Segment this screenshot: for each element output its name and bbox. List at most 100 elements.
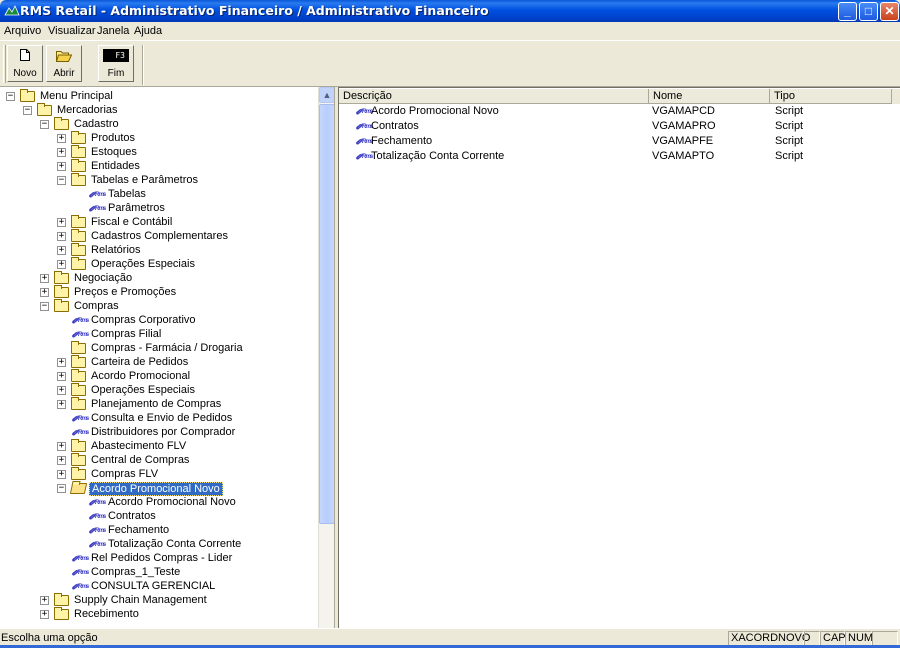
tree-item[interactable]: + Relatórios <box>0 243 318 257</box>
tree-item[interactable]: + Carteira de Pedidos <box>0 355 318 369</box>
scroll-up-button[interactable]: ▲ <box>319 87 334 103</box>
list-row[interactable]: ✐ᴿᵐˢ Contratos VGAMAPRO Script <box>339 119 899 134</box>
tree-item[interactable]: + Estoques <box>0 145 318 159</box>
novo-button[interactable]: Novo <box>7 45 43 82</box>
expand-icon[interactable]: + <box>40 596 49 605</box>
expand-icon[interactable]: + <box>57 218 66 227</box>
toolbar-grip[interactable] <box>3 45 6 83</box>
collapse-icon[interactable]: − <box>40 302 49 311</box>
scroll-thumb[interactable] <box>319 104 334 524</box>
column-header-tipo[interactable]: Tipo <box>770 89 892 104</box>
tree-item[interactable]: ✐ᴿᵐˢ Acordo Promocional Novo <box>0 495 318 509</box>
tree-item[interactable]: ✐ᴿᵐˢ Consulta e Envio de Pedidos <box>0 411 318 425</box>
expand-icon[interactable]: + <box>57 470 66 479</box>
collapse-icon[interactable]: − <box>23 106 32 115</box>
expand-icon[interactable]: + <box>57 358 66 367</box>
tree-item[interactable]: − Cadastro <box>0 117 318 131</box>
tree-item[interactable]: + Supply Chain Management <box>0 593 318 607</box>
minimize-button[interactable]: _ <box>838 2 857 21</box>
cell-tipo: Script <box>775 105 804 117</box>
tree-item[interactable]: + Abastecimento FLV <box>0 439 318 453</box>
column-header-descricao[interactable]: Descrição <box>339 89 649 104</box>
expand-icon[interactable]: + <box>40 288 49 297</box>
script-icon: ✐ᴿᵐˢ <box>71 414 89 424</box>
tree-item[interactable]: ✐ᴿᵐˢ CONSULTA GERENCIAL <box>0 579 318 593</box>
list-row[interactable]: ✐ᴿᵐˢ Totalização Conta Corrente VGAMAPTO Sc… <box>339 149 899 164</box>
tree-item-label: Compras Corporativo <box>91 314 196 326</box>
tree-item-label: Totalização Conta Corrente <box>108 538 242 550</box>
tree-vertical-scrollbar[interactable]: ▲ <box>318 87 334 628</box>
expand-icon[interactable]: + <box>57 134 66 143</box>
list-row[interactable]: ✐ᴿᵐˢ Fechamento VGAMAPFE Script <box>339 134 899 149</box>
expand-icon[interactable]: + <box>40 610 49 619</box>
collapse-icon[interactable]: − <box>57 484 66 493</box>
expand-icon[interactable]: + <box>57 148 66 157</box>
tree-item[interactable]: + Cadastros Complementares <box>0 229 318 243</box>
tree-item[interactable]: + Produtos <box>0 131 318 145</box>
title-bar[interactable]: RMS Retail - Administrativo Financeiro /… <box>0 0 900 22</box>
tree-item[interactable]: + Negociação <box>0 271 318 285</box>
expand-icon[interactable]: + <box>40 274 49 283</box>
expand-icon[interactable]: + <box>57 260 66 269</box>
tree-item[interactable]: + Fiscal e Contábil <box>0 215 318 229</box>
tree-item[interactable]: + Recebimento <box>0 607 318 621</box>
status-empty-pane-2 <box>872 631 898 646</box>
tree-item[interactable]: ✐ᴿᵐˢ Tabelas <box>0 187 318 201</box>
tree-item[interactable]: Compras - Farmácia / Drogaria <box>0 341 318 355</box>
script-icon: ✐ᴿᵐˢ <box>71 330 89 340</box>
menu-ajuda[interactable]: Ajuda <box>134 25 162 37</box>
list-header: Descrição Nome Tipo <box>339 89 900 104</box>
tree-item[interactable]: ✐ᴿᵐˢ Fechamento <box>0 523 318 537</box>
tree-item[interactable]: ✐ᴿᵐˢ Distribuidores por Comprador <box>0 425 318 439</box>
abrir-button[interactable]: Abrir <box>46 45 82 82</box>
tree-item[interactable]: ✐ᴿᵐˢ Compras_1_Teste <box>0 565 318 579</box>
tree-item[interactable]: − Tabelas e Parâmetros <box>0 173 318 187</box>
expand-icon[interactable]: + <box>57 162 66 171</box>
tree-item[interactable]: − Mercadorias <box>0 103 318 117</box>
tree-item[interactable]: − Menu Principal <box>0 89 318 103</box>
tree-item-label: Cadastro <box>74 118 119 130</box>
fim-button[interactable]: F3 Fim <box>98 45 134 82</box>
menu-janela[interactable]: Janela <box>97 25 129 37</box>
expand-icon[interactable]: + <box>57 386 66 395</box>
expand-icon[interactable]: + <box>57 246 66 255</box>
folder-icon <box>54 117 69 130</box>
close-button[interactable]: ✕ <box>880 2 899 21</box>
cell-nome: VGAMAPFE <box>652 135 714 147</box>
expand-icon[interactable]: + <box>57 456 66 465</box>
tree-item-label: Planejamento de Compras <box>91 398 222 410</box>
tree-item[interactable]: − Acordo Promocional Novo <box>0 481 318 496</box>
column-header-nome[interactable]: Nome <box>649 89 770 104</box>
list-row[interactable]: ✐ᴿᵐˢ Acordo Promocional Novo VGAMAPCD Scrip… <box>339 104 899 119</box>
expand-icon[interactable]: + <box>57 232 66 241</box>
minimize-icon: _ <box>844 4 851 18</box>
tree-item[interactable]: ✐ᴿᵐˢ Contratos <box>0 509 318 523</box>
maximize-button[interactable]: □ <box>859 2 878 21</box>
tree-item-label: Contratos <box>108 510 156 522</box>
tree-item[interactable]: ✐ᴿᵐˢ Totalização Conta Corrente <box>0 537 318 551</box>
collapse-icon[interactable]: − <box>40 120 49 129</box>
tree-item[interactable]: + Operações Especiais <box>0 383 318 397</box>
tree-item-label: Compras_1_Teste <box>91 566 181 578</box>
expand-icon[interactable]: + <box>57 442 66 451</box>
expand-icon[interactable]: + <box>57 400 66 409</box>
menu-arquivo[interactable]: Arquivo <box>4 25 41 37</box>
cell-nome: VGAMAPCD <box>652 105 715 117</box>
tree-item[interactable]: + Central de Compras <box>0 453 318 467</box>
collapse-icon[interactable]: − <box>6 92 15 101</box>
tree-item-label: Menu Principal <box>40 90 113 102</box>
tree-item[interactable]: + Compras FLV <box>0 467 318 481</box>
tree-item[interactable]: ✐ᴿᵐˢ Compras Filial <box>0 327 318 341</box>
tree-item[interactable]: − Compras <box>0 299 318 313</box>
tree-item[interactable]: + Entidades <box>0 159 318 173</box>
collapse-icon[interactable]: − <box>57 176 66 185</box>
tree-item[interactable]: ✐ᴿᵐˢ Compras Corporativo <box>0 313 318 327</box>
tree-item[interactable]: + Acordo Promocional <box>0 369 318 383</box>
expand-icon[interactable]: + <box>57 372 66 381</box>
tree-item[interactable]: ✐ᴿᵐˢ Parâmetros <box>0 201 318 215</box>
menu-visualizar[interactable]: Visualizar <box>48 25 96 37</box>
tree-item[interactable]: + Operações Especiais <box>0 257 318 271</box>
tree-item[interactable]: + Preços e Promoções <box>0 285 318 299</box>
tree-item[interactable]: ✐ᴿᵐˢ Rel Pedidos Compras - Lider <box>0 551 318 565</box>
tree-item[interactable]: + Planejamento de Compras <box>0 397 318 411</box>
